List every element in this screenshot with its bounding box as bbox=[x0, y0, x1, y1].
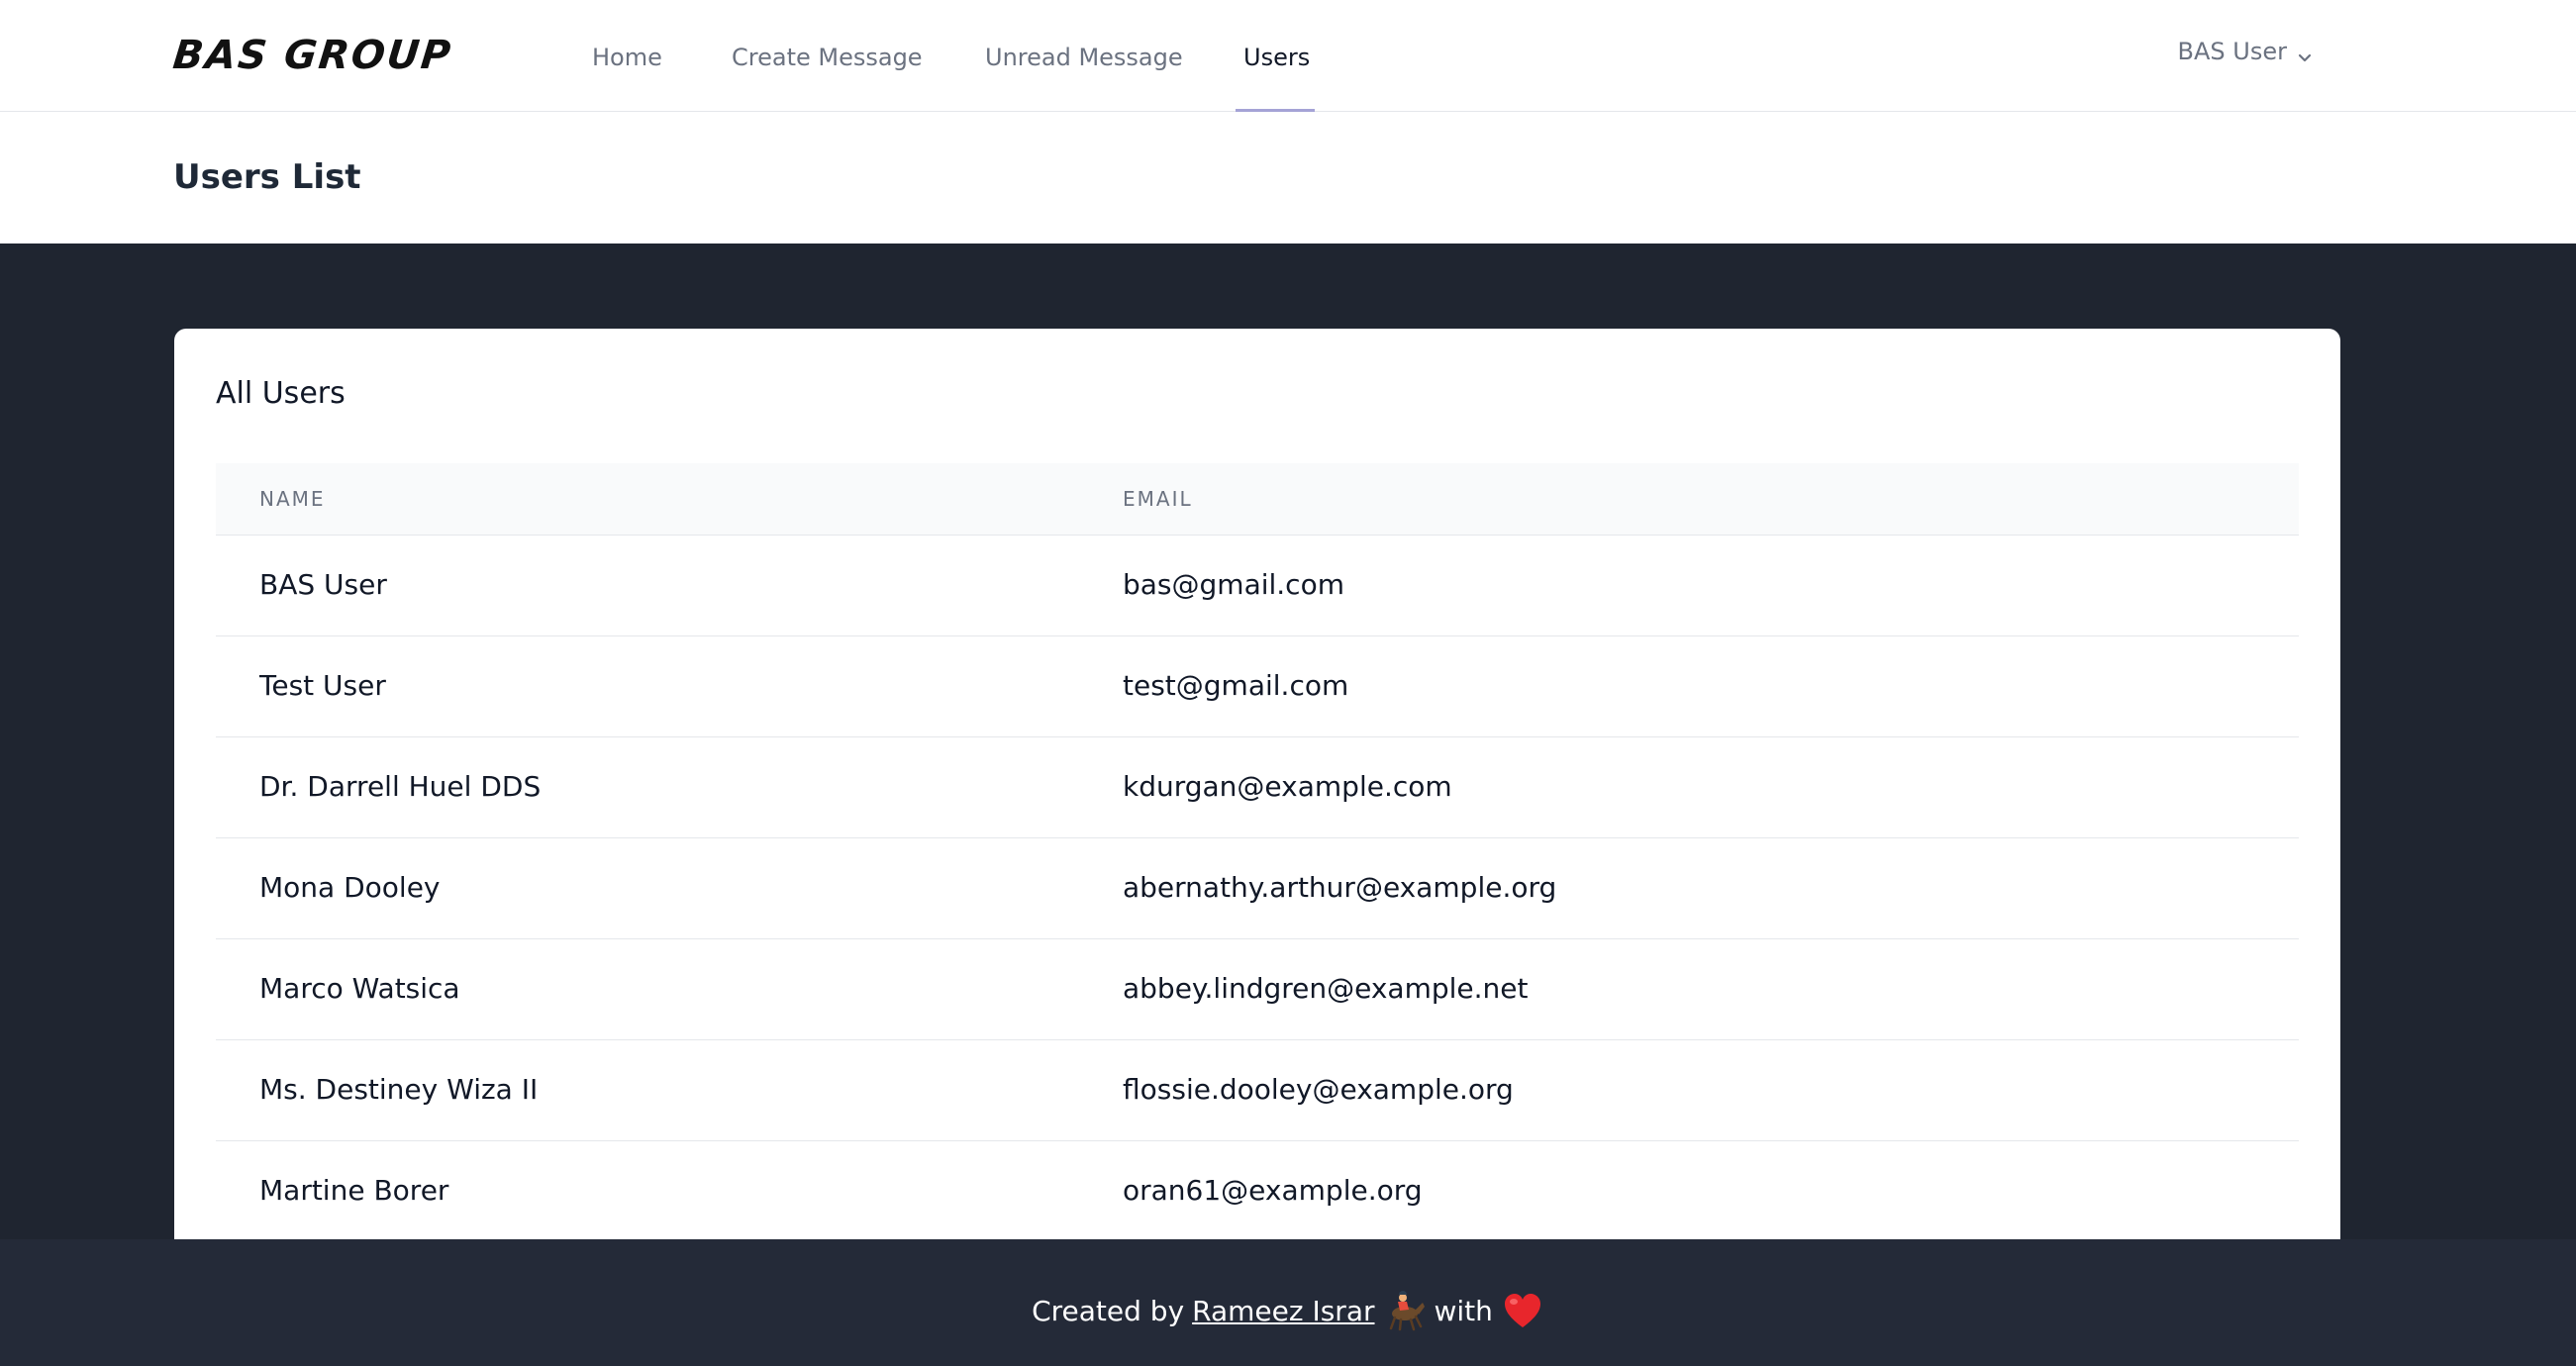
user-name: BAS User bbox=[259, 568, 387, 601]
user-email: flossie.dooley@example.org bbox=[1123, 1073, 1514, 1106]
author-link[interactable]: Rameez Israr bbox=[1192, 1295, 1374, 1327]
card-title: All Users bbox=[216, 376, 346, 411]
footer: Created by Rameez Israr with bbox=[0, 1239, 2576, 1366]
user-name: Dr. Darrell Huel DDS bbox=[259, 770, 542, 803]
user-email: kdurgan@example.com bbox=[1123, 770, 1452, 803]
users-card: All Users Name Email BAS User bas@gmail.… bbox=[174, 329, 2340, 1318]
horse-racing-icon bbox=[1383, 1289, 1427, 1332]
user-name: Martine Borer bbox=[259, 1174, 449, 1207]
user-email: oran61@example.org bbox=[1123, 1174, 1423, 1207]
table-row: Test User test@gmail.com bbox=[216, 636, 2299, 737]
nav-link-home[interactable]: Home bbox=[592, 0, 662, 112]
column-header-email: Email bbox=[1123, 487, 1193, 511]
user-name: Test User bbox=[259, 669, 386, 702]
table-row: Martine Borer oran61@example.org bbox=[216, 1141, 2299, 1242]
table-header: Name Email bbox=[216, 463, 2299, 536]
user-name: Mona Dooley bbox=[259, 871, 441, 904]
table-row: BAS User bas@gmail.com bbox=[216, 536, 2299, 636]
user-menu-label: BAS User bbox=[2177, 38, 2287, 65]
user-email: bas@gmail.com bbox=[1123, 568, 1344, 601]
table-row: Mona Dooley abernathy.arthur@example.org bbox=[216, 838, 2299, 939]
nav-link-create-message[interactable]: Create Message bbox=[732, 0, 923, 112]
chevron-down-icon bbox=[2297, 44, 2313, 62]
heart-icon bbox=[1501, 1289, 1544, 1332]
nav-link-users[interactable]: Users bbox=[1243, 0, 1310, 112]
nav-link-unread-message[interactable]: Unread Message bbox=[985, 0, 1183, 112]
user-email: abbey.lindgren@example.net bbox=[1123, 972, 1529, 1005]
footer-credit: Created by Rameez Israr with bbox=[0, 1239, 2576, 1366]
column-header-name: Name bbox=[259, 487, 326, 511]
user-name: Ms. Destiney Wiza II bbox=[259, 1073, 539, 1106]
footer-middle-text: with bbox=[1434, 1294, 1493, 1327]
page-header: Users List bbox=[0, 112, 2576, 244]
page-title: Users List bbox=[173, 157, 361, 197]
brand-logo[interactable]: BAS GROUP bbox=[170, 30, 454, 81]
table-row: Marco Watsica abbey.lindgren@example.net bbox=[216, 939, 2299, 1040]
user-email: test@gmail.com bbox=[1123, 669, 1349, 702]
user-email: abernathy.arthur@example.org bbox=[1123, 871, 1557, 904]
table-row: Ms. Destiney Wiza II flossie.dooley@exam… bbox=[216, 1040, 2299, 1141]
table-row: Dr. Darrell Huel DDS kdurgan@example.com bbox=[216, 737, 2299, 838]
user-menu-dropdown[interactable]: BAS User bbox=[2178, 38, 2313, 65]
users-table: Name Email BAS User bas@gmail.com Test U… bbox=[216, 463, 2299, 1242]
top-navigation: BAS GROUP Home Create Message Unread Mes… bbox=[0, 0, 2576, 112]
user-name: Marco Watsica bbox=[259, 972, 460, 1005]
footer-prefix: Created by bbox=[1032, 1294, 1185, 1327]
